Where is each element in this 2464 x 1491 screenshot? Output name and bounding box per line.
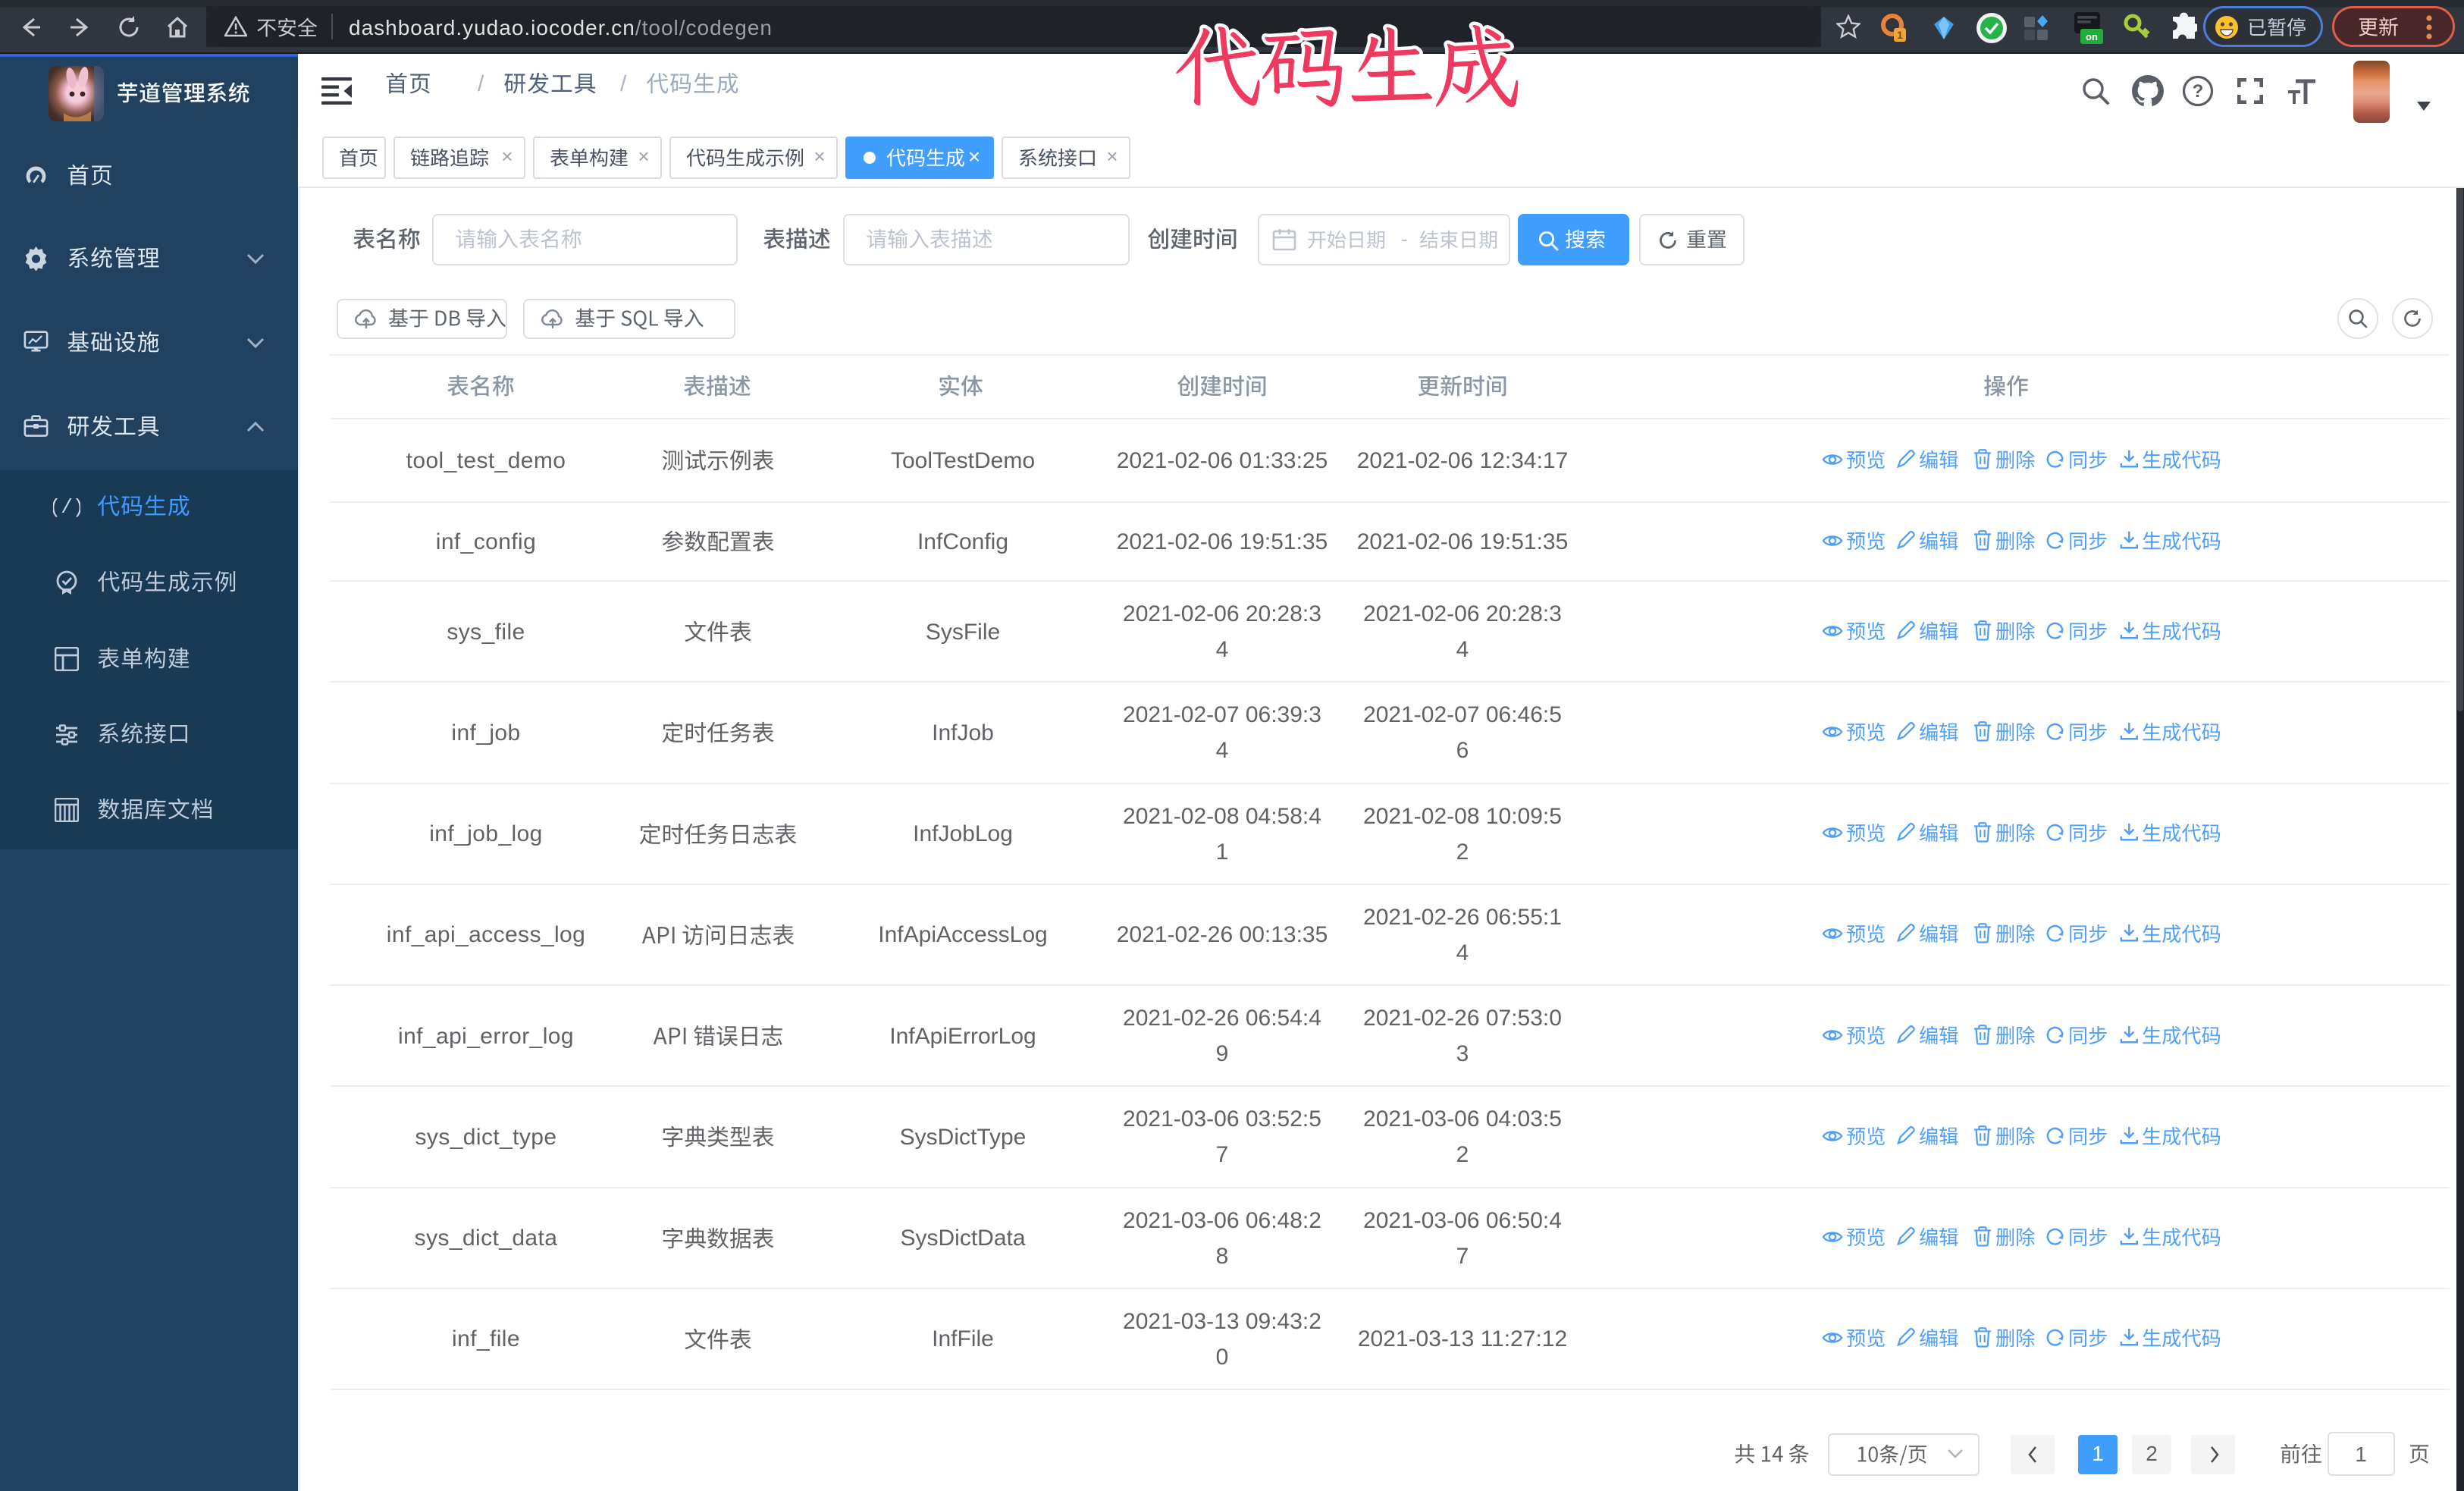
svg-text:on: on <box>2086 31 2098 42</box>
svg-text:1: 1 <box>1897 29 1903 41</box>
svg-text:?: ? <box>2193 81 2204 102</box>
svg-text:(/): (/) <box>53 496 80 519</box>
